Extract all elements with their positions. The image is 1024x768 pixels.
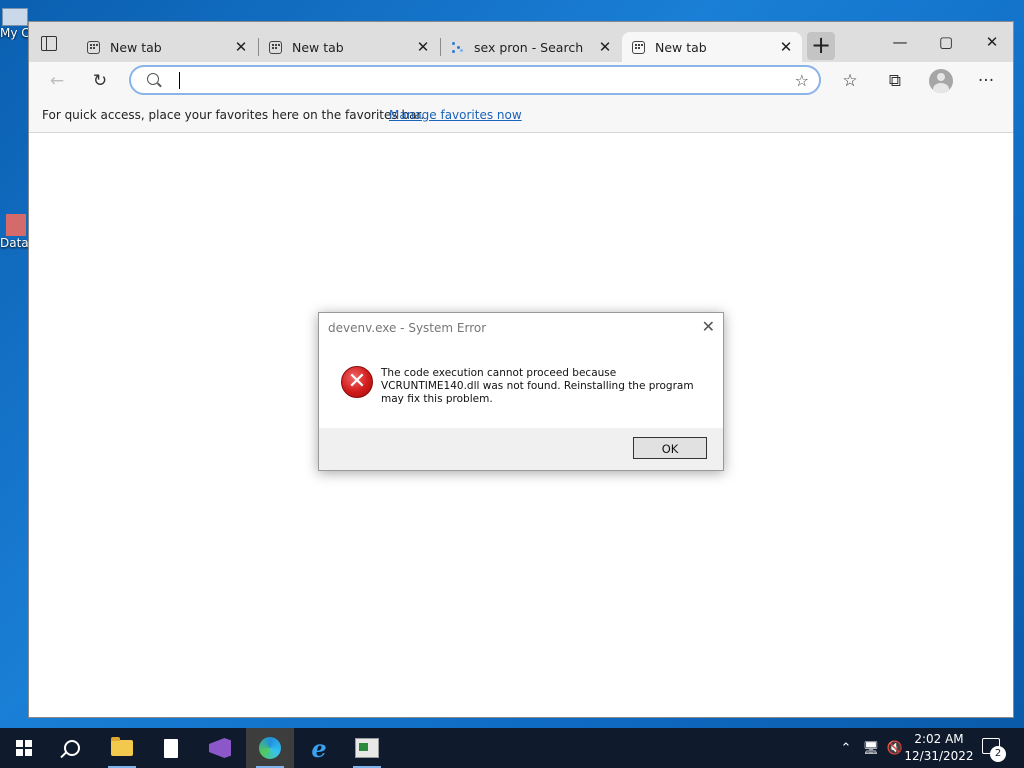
search-icon: [147, 73, 159, 85]
document-icon: [164, 738, 178, 758]
network-icon[interactable]: 🖥: [860, 728, 882, 768]
favorites-button[interactable]: ☆: [836, 68, 864, 94]
windows-logo-icon: [16, 740, 32, 756]
taskbar: e ⌃ 🖥 🔇 2:02 AM 12/31/2022 2: [0, 728, 1024, 768]
desktop-icon-data[interactable]: Data: [0, 214, 30, 250]
tab-close-icon[interactable]: ✕: [597, 38, 613, 56]
minimize-button[interactable]: —: [877, 30, 923, 54]
tab-title: New tab: [292, 39, 344, 55]
new-tab-icon: [87, 40, 100, 54]
taskbar-app[interactable]: [343, 728, 391, 768]
desktop-icon-my-computer[interactable]: My C: [0, 8, 30, 40]
folder-icon: [111, 737, 133, 756]
collections-button[interactable]: ⧉: [881, 68, 909, 94]
tab-actions-icon: [41, 36, 57, 51]
tab-title: sex pron - Search: [474, 39, 584, 55]
manage-favorites-link[interactable]: Manage favorites now: [389, 108, 522, 122]
tab-title: New tab: [110, 39, 162, 55]
clock-time: 2:02 AM: [914, 732, 964, 746]
tab-close-icon[interactable]: ✕: [233, 38, 249, 56]
dialog-close-button[interactable]: ✕: [702, 317, 715, 336]
back-button[interactable]: ←: [43, 68, 71, 94]
text-cursor: [179, 72, 180, 89]
search-icon: [64, 740, 80, 756]
desktop-icon-label: Data: [0, 236, 29, 250]
notification-count-badge: 2: [990, 746, 1006, 762]
more-menu-button[interactable]: ···: [972, 68, 1000, 94]
visual-studio-icon: [209, 738, 231, 758]
start-button[interactable]: [0, 728, 48, 768]
volume-muted-icon[interactable]: 🔇: [884, 728, 906, 768]
taskbar-visual-studio[interactable]: [196, 728, 244, 768]
app-icon: [355, 738, 379, 758]
new-tab-button[interactable]: +: [807, 32, 835, 60]
refresh-button[interactable]: ↻: [86, 68, 114, 94]
taskbar-file-explorer[interactable]: [98, 728, 146, 768]
tray-overflow-chevron[interactable]: ⌃: [836, 728, 856, 768]
favorites-bar-message: For quick access, place your favorites h…: [42, 108, 425, 122]
taskbar-edge[interactable]: [246, 728, 294, 768]
tab-new-tab-1[interactable]: New tab ✕: [77, 32, 257, 62]
taskbar-internet-explorer[interactable]: e: [295, 728, 343, 768]
add-favorite-icon[interactable]: ☆: [795, 71, 809, 90]
favorites-bar: For quick access, place your favorites h…: [29, 100, 1013, 133]
ok-button[interactable]: OK: [633, 437, 707, 459]
internet-explorer-icon: e: [311, 733, 327, 763]
dialog-footer: OK: [319, 428, 723, 470]
dialog-message: The code execution cannot proceed becaus…: [381, 367, 694, 405]
tab-close-icon[interactable]: ✕: [415, 38, 431, 56]
clock-date: 12/31/2022: [904, 749, 974, 763]
address-bar[interactable]: ☆: [129, 65, 821, 95]
browser-toolbar: ← ↻ ☆ ☆ ⧉ ···: [29, 62, 1013, 100]
shortcut-icon: [6, 214, 26, 236]
maximize-button[interactable]: ▢: [923, 30, 969, 54]
tab-strip: New tab ✕ New tab ✕ sex pron - Search ✕ …: [29, 22, 1013, 62]
tab-new-tab-2[interactable]: New tab ✕: [259, 32, 439, 62]
search-tab-icon: [451, 41, 464, 54]
dialog-title: devenv.exe - System Error: [328, 321, 487, 335]
close-window-button[interactable]: ✕: [969, 30, 1015, 54]
tab-search[interactable]: sex pron - Search ✕: [441, 32, 621, 62]
tab-title: New tab: [655, 39, 707, 55]
system-error-dialog: devenv.exe - System Error ✕ ✕ The code e…: [318, 312, 724, 471]
edge-icon: [259, 737, 281, 759]
error-icon: ✕: [341, 366, 373, 398]
new-tab-icon: [632, 40, 645, 54]
tab-actions-button[interactable]: [39, 34, 59, 54]
taskbar-clock[interactable]: 2:02 AM 12/31/2022: [904, 731, 974, 765]
computer-icon: [2, 8, 28, 26]
tab-new-tab-active[interactable]: New tab ✕: [622, 32, 802, 62]
new-tab-icon: [269, 40, 282, 54]
tab-close-icon[interactable]: ✕: [778, 38, 794, 56]
address-input[interactable]: [177, 70, 781, 92]
profile-avatar[interactable]: [929, 69, 953, 93]
taskbar-search-button[interactable]: [48, 728, 96, 768]
taskbar-notepad[interactable]: [147, 728, 195, 768]
desktop-icon-label: My C: [0, 26, 30, 40]
